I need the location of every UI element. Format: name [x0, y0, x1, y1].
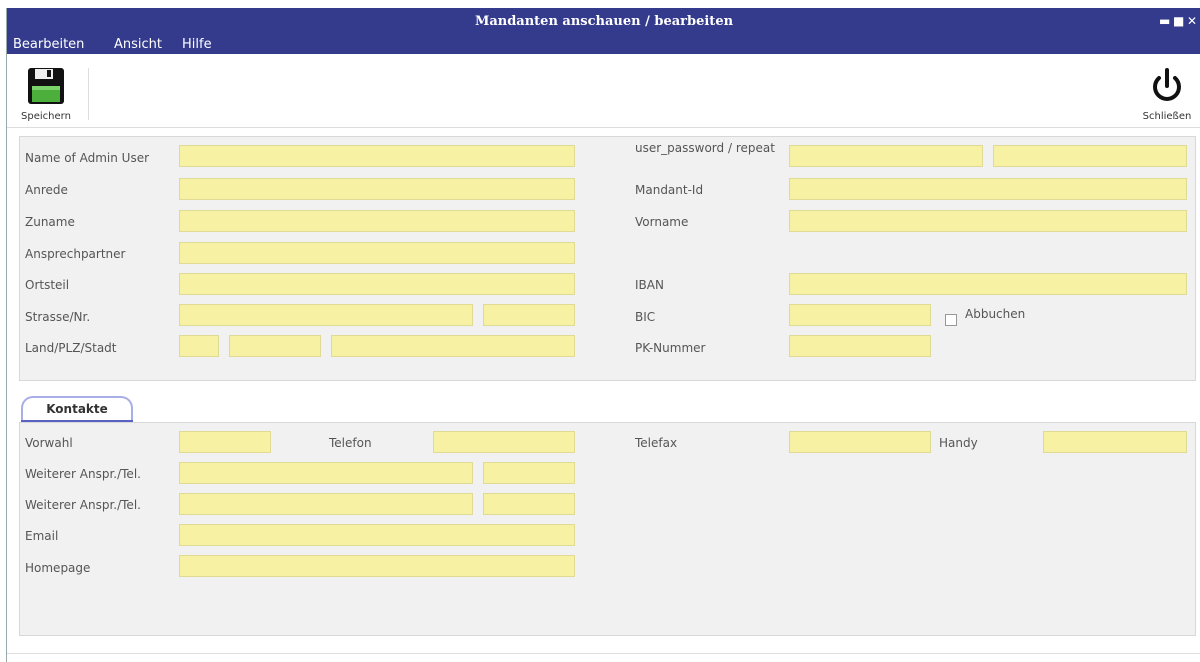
toolbar-separator	[88, 68, 89, 120]
weiterer-telefon-1-field[interactable]	[483, 462, 575, 484]
menu-ansicht[interactable]: Ansicht	[114, 37, 162, 52]
label-weiterer-2: Weiterer Anspr./Tel.	[25, 498, 141, 512]
label-iban: IBAN	[635, 278, 664, 292]
minimize-icon[interactable]: ▬	[1159, 14, 1170, 28]
anrede-field[interactable]	[179, 178, 575, 200]
email-field[interactable]	[179, 524, 575, 546]
close-label: Schließen	[1142, 111, 1192, 122]
ortsteil-field[interactable]	[179, 273, 575, 295]
status-bar	[7, 653, 1200, 662]
weiterer-ansprechpartner-1-field[interactable]	[179, 462, 473, 484]
label-anrede: Anrede	[25, 183, 68, 197]
hausnummer-field[interactable]	[483, 304, 575, 326]
weiterer-telefon-2-field[interactable]	[483, 493, 575, 515]
plz-field[interactable]	[229, 335, 321, 357]
power-icon	[1153, 68, 1181, 101]
label-vorname: Vorname	[635, 215, 689, 229]
stadt-field[interactable]	[331, 335, 575, 357]
label-ortsteil: Ortsteil	[25, 278, 70, 292]
land-field[interactable]	[179, 335, 219, 357]
label-ansprechpartner: Ansprechpartner	[25, 247, 126, 261]
label-email: Email	[25, 529, 59, 543]
telefon-field[interactable]	[433, 431, 575, 453]
close-button[interactable]: Schließen	[1135, 66, 1199, 122]
ansprechpartner-field[interactable]	[179, 242, 575, 264]
menu-bearbeiten[interactable]: Bearbeiten	[13, 37, 84, 52]
label-bic: BIC	[635, 310, 656, 324]
menu-bar: Bearbeiten Ansicht Hilfe	[7, 36, 1200, 54]
label-telefax: Telefax	[635, 436, 678, 450]
weiterer-ansprechpartner-2-field[interactable]	[179, 493, 473, 515]
pk-nummer-field[interactable]	[789, 335, 931, 357]
label-password: user_password / repeat	[635, 141, 775, 155]
label-zuname: Zuname	[25, 215, 75, 229]
password-field[interactable]	[789, 145, 983, 167]
app-window: Mandanten anschauen / bearbeiten ▬ ■ ✕ B…	[6, 8, 1200, 662]
tab-kontakte[interactable]: Kontakte	[21, 396, 133, 422]
label-name-admin: Name of Admin User	[25, 151, 150, 165]
admin-user-field[interactable]	[179, 145, 575, 167]
telefax-field[interactable]	[789, 431, 931, 453]
close-icon[interactable]: ✕	[1187, 14, 1197, 28]
label-strasse: Strasse/Nr.	[25, 310, 91, 324]
window-title: Mandanten anschauen / bearbeiten	[474, 14, 734, 29]
label-mandant-id: Mandant-Id	[635, 183, 704, 197]
label-pk-nummer: PK-Nummer	[635, 341, 706, 355]
mandant-id-field[interactable]	[789, 178, 1187, 200]
vorname-field[interactable]	[789, 210, 1187, 232]
vorwahl-field[interactable]	[179, 431, 271, 453]
title-bar[interactable]: Mandanten anschauen / bearbeiten ▬ ■ ✕	[7, 8, 1200, 36]
floppy-disk-icon	[28, 68, 64, 104]
label-weiterer-1: Weiterer Anspr./Tel.	[25, 467, 141, 481]
label-vorwahl: Vorwahl	[25, 436, 73, 450]
label-land: Land/PLZ/Stadt	[25, 341, 117, 355]
toolbar: Speichern Schließen	[7, 54, 1200, 128]
bic-field[interactable]	[789, 304, 931, 326]
abbuchen-checkbox[interactable]	[945, 314, 957, 326]
save-button[interactable]: Speichern	[11, 66, 81, 122]
label-homepage: Homepage	[25, 561, 91, 575]
zuname-field[interactable]	[179, 210, 575, 232]
label-handy: Handy	[939, 436, 978, 450]
strasse-field[interactable]	[179, 304, 473, 326]
save-label: Speichern	[21, 111, 71, 122]
menu-hilfe[interactable]: Hilfe	[182, 37, 212, 52]
label-telefon: Telefon	[329, 436, 372, 450]
label-abbuchen: Abbuchen	[965, 307, 1026, 321]
homepage-field[interactable]	[179, 555, 575, 577]
iban-field[interactable]	[789, 273, 1187, 295]
handy-field[interactable]	[1043, 431, 1187, 453]
maximize-icon[interactable]: ■	[1173, 14, 1184, 28]
password-repeat-field[interactable]	[993, 145, 1187, 167]
